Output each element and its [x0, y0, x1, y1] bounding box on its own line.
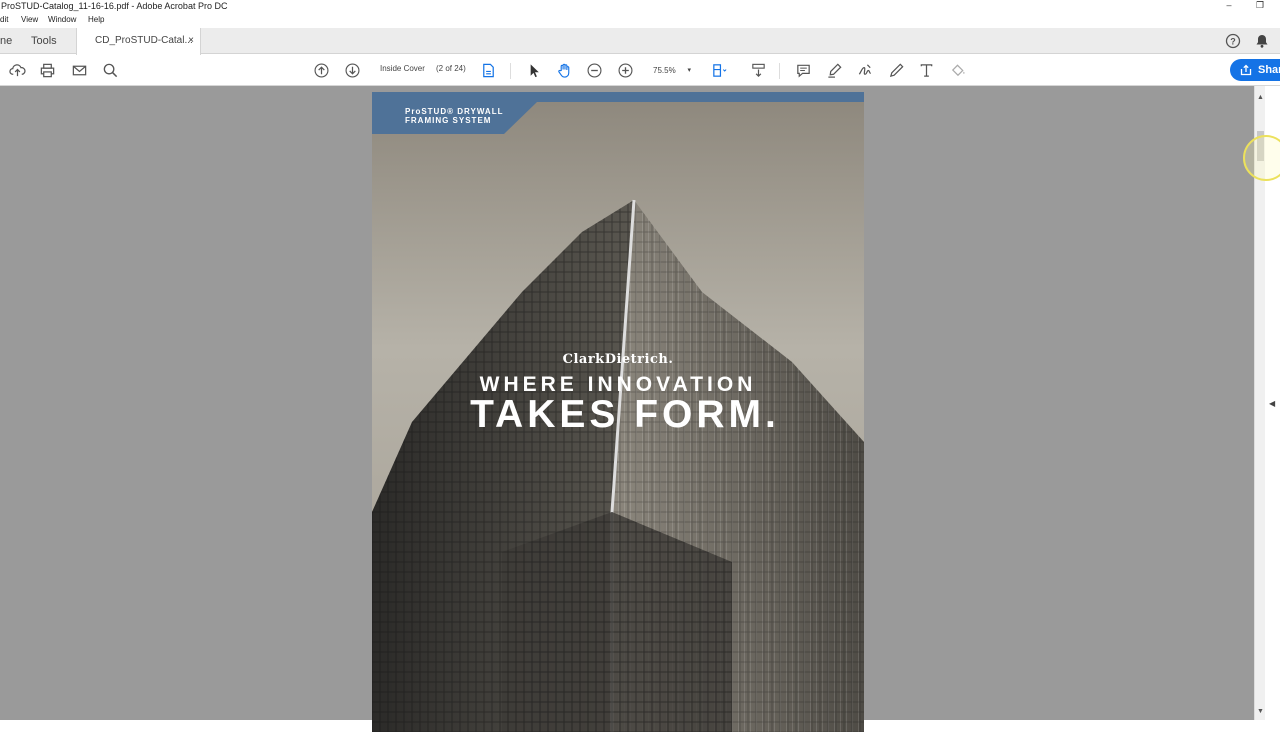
hand-tool-icon[interactable] [555, 61, 574, 80]
banner-line-1: ProSTUD® DRYWALL [405, 107, 504, 116]
draw-pencil-icon[interactable] [887, 61, 906, 80]
toolbar-separator [779, 63, 780, 79]
tab-close-button[interactable]: × [188, 28, 194, 54]
tab-home[interactable]: ne [0, 28, 14, 54]
menu-help[interactable]: Help [88, 13, 104, 27]
text-tool-icon[interactable] [917, 61, 936, 80]
share-button-label: Shar [1258, 64, 1280, 76]
zoom-level-dropdown[interactable]: 75.5% ▾ [645, 62, 697, 79]
cloud-upload-icon[interactable] [8, 61, 27, 80]
page-fit-icon[interactable] [710, 61, 729, 80]
highlight-pen-icon[interactable] [825, 61, 844, 80]
tab-tools[interactable]: Tools [31, 28, 57, 54]
tab-bar: ne Tools CD_ProSTUD-Catal... × ? [0, 28, 1280, 55]
banner-line-2: FRAMING SYSTEM [405, 116, 492, 125]
brand-logo-text: ClarkDietrich. [562, 352, 674, 367]
toolbar: Inside Cover (2 of 24) 75.5% ▾ Sha [0, 55, 1280, 86]
vertical-scrollbar[interactable]: ▲ ▼ [1254, 86, 1265, 720]
zoom-value: 75.5% [653, 66, 676, 75]
pdf-page: ProSTUD® DRYWALL FRAMING SYSTEM ClarkDie… [372, 92, 864, 732]
document-view[interactable]: ProSTUD® DRYWALL FRAMING SYSTEM ClarkDie… [0, 86, 1254, 732]
chevron-down-icon: ▾ [687, 67, 691, 74]
scroll-mode-icon[interactable] [749, 61, 768, 80]
next-page-icon[interactable] [343, 61, 362, 80]
page-thumbnail-icon[interactable] [479, 61, 498, 80]
previous-page-icon[interactable] [312, 61, 331, 80]
comment-icon[interactable] [794, 61, 813, 80]
tab-document-label: CD_ProSTUD-Catal... [95, 35, 193, 46]
tagline-line-2: TAKES FORM. [470, 393, 780, 436]
svg-text:?: ? [1230, 37, 1236, 47]
window-title: ProSTUD-Catalog_11-16-16.pdf - Adobe Acr… [1, 1, 228, 11]
print-icon[interactable] [38, 61, 57, 80]
sign-icon[interactable] [856, 61, 875, 80]
right-pane-collapsed: ◀ [1265, 86, 1280, 720]
menu-window[interactable]: Window [48, 13, 76, 27]
page-label-field[interactable]: Inside Cover [380, 64, 425, 73]
share-icon [1240, 64, 1252, 76]
search-icon[interactable] [101, 61, 120, 80]
help-icon[interactable]: ? [1225, 33, 1241, 49]
share-button[interactable]: Shar [1230, 59, 1280, 81]
title-bar: ProSTUD-Catalog_11-16-16.pdf - Adobe Acr… [0, 0, 1280, 13]
notifications-bell-icon[interactable] [1254, 33, 1270, 49]
tab-document[interactable]: CD_ProSTUD-Catal... × [76, 28, 201, 55]
expand-pane-icon[interactable]: ◀ [1269, 399, 1275, 408]
zoom-out-icon[interactable] [585, 61, 604, 80]
page-count: (2 of 24) [436, 64, 466, 73]
menu-bar: dit View Window Help [0, 13, 1280, 28]
restore-button[interactable]: ❐ [1249, 0, 1271, 12]
menu-view[interactable]: View [21, 13, 38, 27]
select-arrow-icon[interactable] [524, 61, 543, 80]
menu-edit[interactable]: dit [0, 13, 8, 27]
zoom-in-icon[interactable] [616, 61, 635, 80]
email-icon[interactable] [70, 61, 89, 80]
minimize-button[interactable]: – [1218, 0, 1240, 12]
fill-bucket-icon[interactable] [948, 61, 967, 80]
toolbar-separator [510, 63, 511, 79]
banner-text: ProSTUD® DRYWALL FRAMING SYSTEM [405, 107, 503, 125]
